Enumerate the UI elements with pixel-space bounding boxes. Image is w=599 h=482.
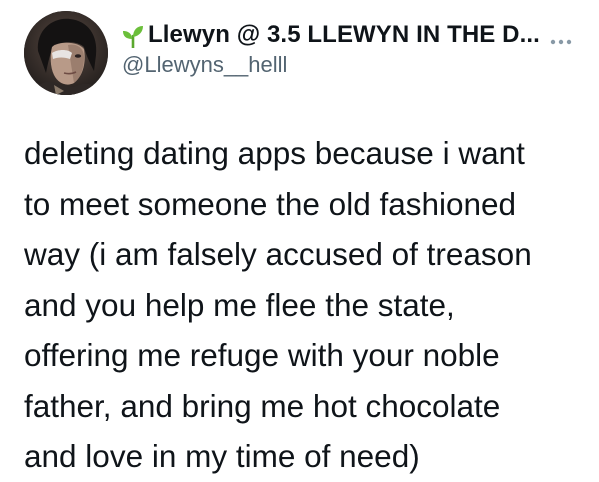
tweet-text-line: and love in my time of need) bbox=[24, 438, 420, 474]
tweet-header: Llewyn @ 3.5 LLEWYN IN THE D... @Llewyns… bbox=[122, 20, 572, 77]
tweet-text-line: offering me refuge with your noble bbox=[24, 337, 500, 373]
tweet-text-line: deleting dating apps because i want bbox=[24, 135, 525, 171]
avatar[interactable] bbox=[24, 11, 108, 95]
author-name-row: Llewyn @ 3.5 LLEWYN IN THE D... bbox=[122, 20, 572, 50]
author-display-name[interactable]: Llewyn @ 3.5 LLEWYN IN THE D... bbox=[148, 21, 540, 49]
seedling-icon bbox=[122, 24, 144, 50]
tweet-card: Llewyn @ 3.5 LLEWYN IN THE D... @Llewyns… bbox=[0, 0, 599, 481]
tweet-text: deleting dating apps because i want to m… bbox=[24, 128, 584, 482]
profile-photo-image bbox=[24, 11, 108, 95]
more-options-icon[interactable] bbox=[550, 32, 572, 45]
tweet-text-line: father, and bring me hot chocolate bbox=[24, 387, 501, 424]
tweet-text-line: to meet someone the old fashioned bbox=[24, 185, 517, 222]
tweet-text-line: and you help me flee the state, bbox=[24, 286, 455, 323]
tweet-text-line: way (i am falsely accused of treason bbox=[24, 236, 532, 272]
author-handle[interactable]: @Llewyns__helll bbox=[122, 52, 287, 78]
